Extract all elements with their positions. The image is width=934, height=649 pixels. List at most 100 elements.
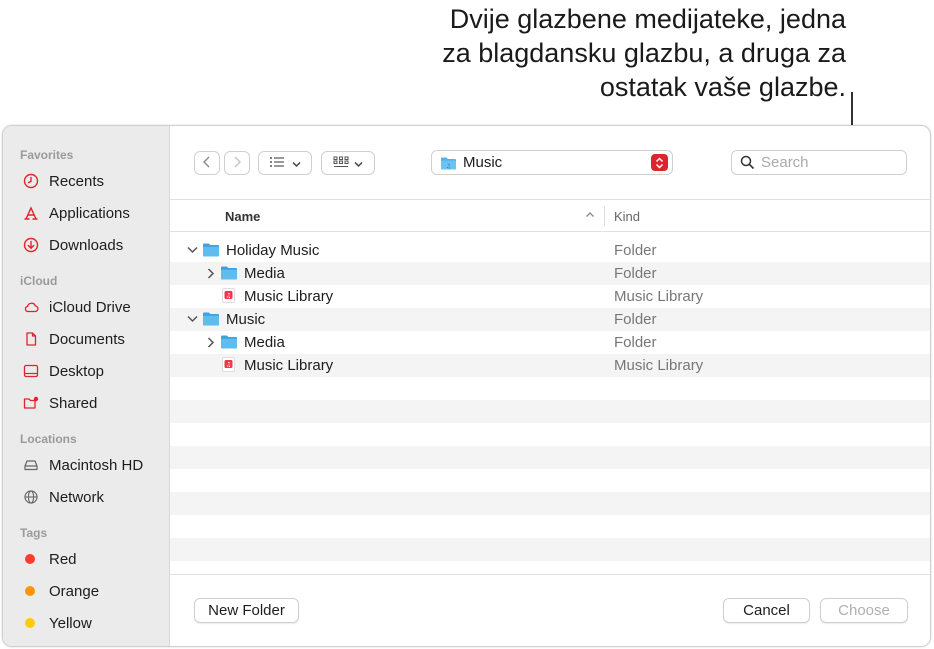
sidebar-item-label: Macintosh HD [49,456,144,474]
desktop-icon [22,362,40,380]
sidebar-item-documents[interactable]: Documents [3,323,169,355]
globe-icon [22,488,40,506]
folder-icon [202,242,220,257]
sidebar: Favorites Recents Applications Downloads… [3,126,170,646]
svg-text:♫: ♫ [226,293,231,300]
disclosure-collapsed-icon[interactable] [205,265,217,281]
sidebar-item-label: Downloads [49,236,124,254]
applications-icon [22,204,40,222]
dialog-footer: New Folder Cancel Choose [170,574,930,646]
empty-row [170,469,930,492]
sidebar-item-macintosh-hd[interactable]: Macintosh HD [3,449,169,481]
row-name: Music Library [244,288,334,305]
folder-icon: ♫ [440,156,457,170]
empty-row [170,423,930,446]
disclosure-collapsed-icon[interactable] [205,334,217,350]
row-kind: Folder [614,311,657,328]
list-row[interactable]: ♫ Music Library Music Library [170,354,930,377]
disclosure-expanded-icon[interactable] [186,311,198,327]
forward-button[interactable] [224,151,250,175]
group-view-button[interactable] [321,151,375,175]
empty-row [170,492,930,515]
disk-icon [22,456,40,474]
main-pane: ♫ Music Name Kind [170,126,930,646]
tag-dot-icon [22,582,40,600]
sidebar-item-desktop[interactable]: Desktop [3,355,169,387]
sidebar-item-tag-yellow[interactable]: Yellow [3,607,169,639]
list-row[interactable]: ♫ Music Library Music Library [170,285,930,308]
tag-dot-icon [22,550,40,568]
disclosure-expanded-icon[interactable] [186,242,198,258]
list-row[interactable]: Media Folder [170,262,930,285]
list-row[interactable]: Music Folder [170,308,930,331]
music-library-icon: ♫ [222,357,236,372]
search-field[interactable] [731,150,907,175]
sidebar-item-label: Applications [49,204,130,222]
chevron-left-icon [202,156,212,171]
grid-icon [333,156,349,171]
new-folder-button[interactable]: New Folder [194,598,299,623]
callout-line-3: ostatak vaše glazbe. [599,72,846,102]
sidebar-item-label: iCloud Drive [49,298,131,316]
row-name: Media [244,265,285,282]
sidebar-item-label: Red [49,550,77,568]
sidebar-item-network[interactable]: Network [3,481,169,513]
sidebar-item-shared[interactable]: Shared [3,387,169,419]
empty-row [170,446,930,469]
row-kind: Folder [614,265,657,282]
sidebar-item-downloads[interactable]: Downloads [3,229,169,261]
sidebar-item-tag-red[interactable]: Red [3,543,169,575]
row-name: Music Library [244,357,334,374]
sidebar-item-icloud-drive[interactable]: iCloud Drive [3,291,169,323]
file-list: Holiday Music Folder Media Folder ♫ Musi [170,239,930,584]
toolbar: ♫ Music [170,126,930,200]
callout-line-1: Dvije glazbene medijateke, jedna [449,4,846,34]
music-library-icon: ♫ [222,288,236,303]
sidebar-section-favorites: Favorites [20,148,74,162]
document-icon [22,330,40,348]
sidebar-item-label: Desktop [49,362,105,380]
svg-text:♫: ♫ [446,163,451,170]
folder-icon [202,311,220,326]
back-button[interactable] [194,151,220,175]
chevron-right-icon [232,156,242,171]
empty-row [170,400,930,423]
list-row[interactable]: Holiday Music Folder [170,239,930,262]
folder-icon [220,265,238,280]
sidebar-item-label: Yellow [49,614,92,632]
row-kind: Music Library [614,357,704,374]
svg-text:♫: ♫ [226,362,231,369]
column-header: Name Kind [170,200,930,232]
sidebar-section-locations: Locations [20,432,77,446]
empty-row [170,538,930,561]
empty-row [170,377,930,400]
cancel-button[interactable]: Cancel [723,598,810,623]
sidebar-item-applications[interactable]: Applications [3,197,169,229]
row-name: Holiday Music [226,242,320,259]
choose-button[interactable]: Choose [820,598,908,623]
chevron-down-icon [292,156,301,171]
sort-ascending-icon [585,209,595,221]
chevron-down-icon [354,156,363,171]
updown-arrows-icon [651,154,668,171]
list-row[interactable]: Media Folder [170,331,930,354]
download-icon [22,236,40,254]
cloud-icon [22,298,40,316]
search-input[interactable] [761,154,891,171]
sidebar-item-label: Recents [49,172,105,190]
sidebar-section-tags: Tags [20,526,48,540]
list-view-button[interactable] [258,151,312,175]
column-kind-header[interactable]: Kind [614,209,640,224]
tag-dot-icon [22,614,40,632]
column-divider[interactable] [604,206,605,226]
sidebar-item-tag-orange[interactable]: Orange [3,575,169,607]
sidebar-section-icloud: iCloud [20,274,58,288]
row-name: Music [226,311,266,328]
folder-icon [220,334,238,349]
shared-folder-icon [22,394,40,412]
sidebar-item-recents[interactable]: Recents [3,165,169,197]
column-name-header[interactable]: Name [225,209,260,224]
row-kind: Music Library [614,288,704,305]
sidebar-item-label: Shared [49,394,98,412]
location-popup[interactable]: ♫ Music [431,150,673,175]
